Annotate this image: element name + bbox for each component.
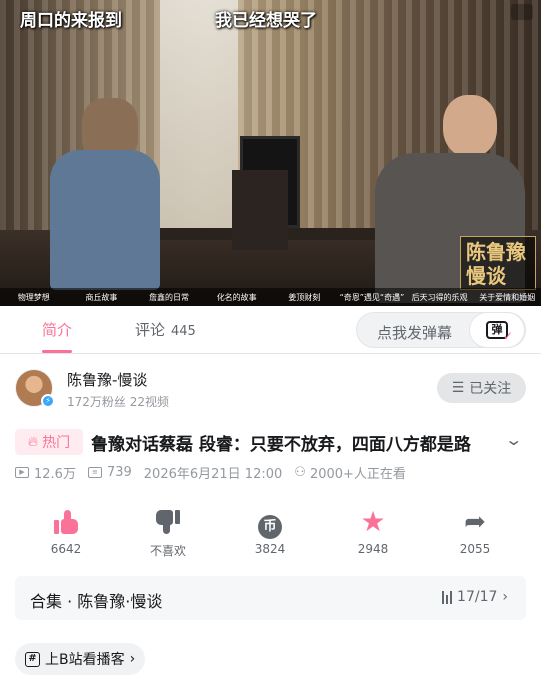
dislike-button[interactable]: 不喜欢 (138, 506, 198, 559)
follow-label: 已关注 (469, 381, 512, 397)
collection-title: 合集 · 陈鲁豫·慢谈 (30, 592, 163, 611)
people-icon: ⚇ (294, 465, 306, 480)
tab-indicator (42, 350, 72, 353)
topic-tag-label: 上B站看播客 (45, 652, 125, 668)
danmaku-count-icon: ≡ (87, 467, 102, 478)
hashtag-icon: # (25, 651, 40, 667)
chapter-bar[interactable]: 物理梦想 商丘故事 詹鑫的日常 化名的故事 姜顶财刻 “奇恩”遇见“奇遇” 后天… (0, 288, 541, 306)
danmu-toggle-button[interactable]: 弹 ✓ (469, 312, 525, 348)
view-count: 12.6万 (34, 467, 76, 482)
hot-badge[interactable]: 🔥︎ 热门 (15, 429, 83, 455)
publish-datetime: 2026年6月21日 12:00 (143, 467, 283, 482)
danmu-icon: 弹 ✓ (486, 321, 513, 343)
follow-button[interactable]: ☰ 已关注 (437, 373, 526, 403)
coin-button[interactable]: 币 3824 (240, 506, 300, 556)
favorite-button[interactable]: ★ 2948 (343, 505, 403, 557)
like-count: 6642 (50, 542, 82, 556)
show-logo: 陈鲁豫慢谈 (460, 236, 536, 290)
subtitle-left: 周口的来报到 (20, 11, 122, 31)
guest-figure (30, 98, 180, 290)
chapter-item[interactable]: 关于爱情和婚姻 (473, 292, 541, 303)
speaker-box (232, 170, 288, 250)
player-menu-icon[interactable] (511, 4, 533, 20)
share-icon: ➦ (464, 507, 486, 537)
chapter-item[interactable]: 后天习得的乐观 (406, 292, 474, 303)
thumbs-down-icon (156, 510, 180, 534)
chapter-item[interactable]: “奇恩”遇见“奇遇” (338, 292, 406, 303)
thumbs-up-icon (54, 510, 78, 534)
danmaku-count: 739 (106, 465, 132, 480)
star-icon: ★ (360, 505, 386, 538)
share-button[interactable]: ➦ 2055 (445, 506, 505, 556)
dislike-label: 不喜欢 (149, 544, 186, 558)
chevron-down-icon[interactable]: ⌄ (504, 430, 523, 449)
hot-label: 热门 (42, 435, 71, 451)
collection-progress-value: 17/17 (457, 589, 498, 605)
collection-card[interactable]: 合集 · 陈鲁豫·慢谈 17/17 › (15, 576, 526, 620)
chapter-item[interactable]: 化名的故事 (203, 292, 271, 303)
chapter-item[interactable]: 物理梦想 (0, 292, 68, 303)
danmu-input[interactable]: 点我发弹幕 弹 ✓ (356, 312, 526, 348)
tab-comments[interactable]: 评论 445 (135, 319, 196, 340)
video-player[interactable]: 周口的来报到 我已经想哭了 陈鲁豫慢谈 物理梦想 商丘故事 詹鑫的日常 化名的故… (0, 0, 541, 306)
chapter-item[interactable]: 姜顶财刻 (271, 292, 339, 303)
coin-count: 3824 (254, 542, 286, 556)
collection-progress: 17/17 › (442, 589, 508, 605)
tab-comments-count: 445 (171, 324, 196, 339)
coin-icon: 币 (258, 515, 282, 539)
topic-tag[interactable]: # 上B站看播客 › (15, 643, 146, 675)
chapter-item[interactable]: 商丘故事 (68, 292, 136, 303)
chevron-right-icon: › (129, 651, 136, 667)
video-meta: ▶ 12.6万 ≡ 739 2026年6月21日 12:00 ⚇ 2000+人正… (15, 463, 406, 482)
share-count: 2055 (459, 542, 491, 556)
menu-icon: ☰ (451, 380, 465, 396)
tab-comments-label: 评论 (135, 321, 166, 339)
uploader-name[interactable]: 陈鲁豫-慢谈 (67, 369, 147, 390)
danmu-placeholder: 点我发弹幕 (377, 324, 453, 342)
like-button[interactable]: 6642 (36, 506, 96, 556)
video-title[interactable]: 鲁豫对话蔡磊 段睿：只要不放弃，四面八方都是路 (91, 430, 496, 455)
play-count-icon: ▶ (15, 467, 29, 478)
verified-icon: ⚡ (41, 394, 55, 408)
tab-intro[interactable]: 简介 (42, 319, 72, 340)
chapter-item[interactable]: 詹鑫的日常 (135, 292, 203, 303)
watching-count: 2000+人正在看 (309, 467, 406, 482)
chevron-right-icon: › (502, 589, 508, 605)
subtitle-right: 我已经想哭了 (215, 11, 317, 31)
flame-icon: 🔥︎ (27, 434, 39, 450)
favorite-count: 2948 (357, 542, 389, 556)
uploader-stats: 172万粉丝 22视频 (67, 395, 169, 409)
playlist-icon (442, 590, 453, 604)
